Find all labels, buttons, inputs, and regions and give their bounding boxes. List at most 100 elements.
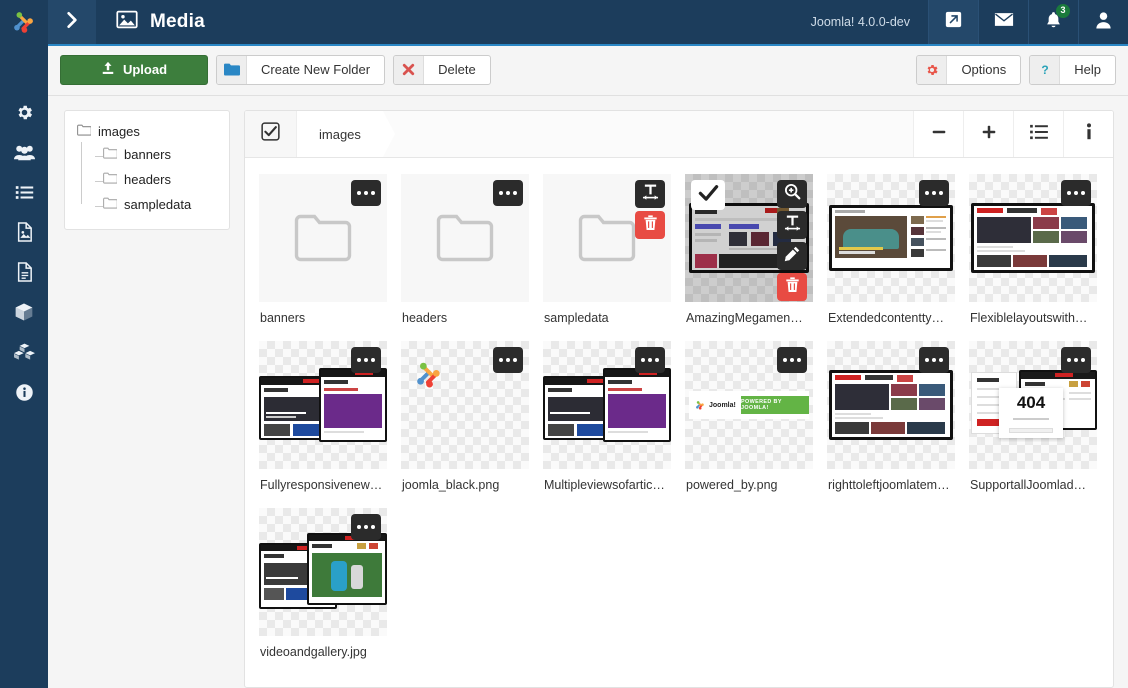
thumbnail[interactable] — [259, 508, 387, 636]
tree-item-headers[interactable]: headers — [89, 167, 221, 192]
thumbnail[interactable] — [543, 341, 671, 469]
media-item-righttoleft[interactable]: righttoleftjoomlatem… — [827, 341, 955, 492]
ellipsis-icon[interactable] — [919, 347, 949, 373]
media-item-videoandgallery[interactable]: videoandgallery.jpg — [259, 508, 387, 659]
tree-children: banners headers — [75, 142, 221, 217]
media-grid: banners — [245, 174, 1113, 659]
delete-button[interactable] — [777, 273, 807, 301]
question-icon: ? — [1030, 56, 1060, 84]
ellipsis-icon[interactable] — [493, 347, 523, 373]
tree-item-images[interactable]: images — [75, 121, 221, 142]
thumbnail[interactable] — [827, 341, 955, 469]
media-item-headers[interactable]: headers — [401, 174, 529, 325]
tree-item-sampledata[interactable]: sampledata — [89, 192, 221, 217]
x-icon — [394, 56, 424, 84]
media-item-banners[interactable]: banners — [259, 174, 387, 325]
ellipsis-icon[interactable] — [635, 347, 665, 373]
ellipsis-icon[interactable] — [777, 347, 807, 373]
document-icon — [16, 262, 33, 282]
rename-button[interactable] — [635, 180, 665, 208]
ellipsis-icon[interactable] — [1061, 180, 1091, 206]
help-button[interactable]: ? Help — [1029, 55, 1116, 85]
menu-toggle-button[interactable] — [48, 0, 96, 44]
media-item-fullyresponsive[interactable]: Fullyresponsivenew… — [259, 341, 387, 492]
ellipsis-icon[interactable] — [351, 347, 381, 373]
create-new-folder-label: Create New Folder — [247, 62, 384, 77]
thumbnail[interactable] — [259, 174, 387, 302]
sidebar-item-components[interactable] — [0, 252, 48, 292]
select-all-checkbox[interactable] — [245, 111, 297, 157]
media-item-extendedcontenttype[interactable]: Extendedcontentty… — [827, 174, 955, 325]
media-item-multipleviews[interactable]: Multipleviewsofartic… — [543, 341, 671, 492]
select-checkmark-button[interactable] — [691, 180, 725, 210]
sidebar-item-help[interactable] — [0, 372, 48, 412]
thumbnail[interactable]: 404 — [969, 341, 1097, 469]
delete-button[interactable] — [635, 211, 665, 239]
options-button[interactable]: Options — [916, 55, 1021, 85]
messages-icon-button[interactable] — [978, 0, 1028, 44]
page-title-group: Media — [96, 10, 811, 34]
rename-button[interactable] — [777, 211, 807, 239]
site-mockup-flexible — [969, 201, 1097, 275]
sidebar-item-users[interactable] — [0, 132, 48, 172]
ellipsis-icon[interactable] — [1061, 347, 1091, 373]
thumbnail[interactable] — [401, 341, 529, 469]
zoom-in-button[interactable] — [963, 111, 1013, 157]
trash-icon — [643, 215, 658, 236]
edit-button[interactable] — [777, 242, 807, 270]
tree-item-label: images — [98, 124, 140, 139]
user-menu-icon-button[interactable] — [1078, 0, 1128, 44]
create-new-folder-button[interactable]: Create New Folder — [216, 55, 385, 85]
main-column: Media Joomla! 4.0.0-dev — [48, 0, 1128, 688]
image-preview — [543, 368, 671, 442]
toggle-list-view-button[interactable] — [1013, 111, 1063, 157]
preview-button[interactable] — [777, 180, 807, 208]
media-item-flexiblelayouts[interactable]: Flexiblelayoutswith… — [969, 174, 1097, 325]
zoom-out-button[interactable] — [913, 111, 963, 157]
media-item-supportalljoomla[interactable]: 404 SupportallJoomlad… — [969, 341, 1097, 492]
image-preview — [827, 368, 955, 442]
text-width-icon — [642, 184, 659, 205]
upload-button[interactable]: Upload — [60, 55, 208, 85]
joomla-logo[interactable] — [0, 0, 48, 44]
topbar-right-group: Joomla! 4.0.0-dev — [811, 0, 1128, 44]
thumbnail[interactable] — [401, 174, 529, 302]
tree-item-banners[interactable]: banners — [89, 142, 221, 167]
thumbnail[interactable] — [685, 174, 813, 302]
thumbnail[interactable] — [543, 174, 671, 302]
thumbnail[interactable] — [969, 174, 1097, 302]
sidebar-item-modules[interactable] — [0, 332, 48, 372]
notifications-icon-button[interactable]: 3 — [1028, 0, 1078, 44]
version-label: Joomla! 4.0.0-dev — [811, 15, 928, 29]
ellipsis-icon[interactable] — [351, 514, 381, 540]
breadcrumb-item-images[interactable]: images — [297, 111, 383, 157]
sidebar-item-extensions[interactable] — [0, 292, 48, 332]
media-item-joomla-black[interactable]: joomla_black.png — [401, 341, 529, 492]
media-content-panel: images — [244, 96, 1128, 688]
media-item-label: Fullyresponsivenew… — [259, 478, 387, 492]
sidebar-item-menus[interactable] — [0, 172, 48, 212]
ellipsis-icon[interactable] — [493, 180, 523, 206]
preview-site-icon-button[interactable] — [928, 0, 978, 44]
top-header-bar: Media Joomla! 4.0.0-dev — [48, 0, 1128, 44]
media-item-amazingmegamenu[interactable]: AmazingMegamen… — [685, 174, 813, 325]
thumbnail[interactable]: Joomla! POWERED BY JOOMLA! — [685, 341, 813, 469]
item-actions — [777, 180, 807, 301]
thumbnail[interactable] — [827, 174, 955, 302]
gear-icon — [917, 56, 947, 84]
image-preview — [259, 368, 387, 442]
toggle-info-button[interactable] — [1063, 111, 1113, 157]
external-link-icon — [945, 11, 962, 33]
media-item-powered-by[interactable]: Joomla! POWERED BY JOOMLA! — [685, 341, 813, 492]
media-grid-scroll[interactable]: banners — [245, 158, 1113, 687]
sidebar-item-content[interactable] — [0, 212, 48, 252]
breadcrumb: images — [297, 111, 913, 157]
media-item-sampledata[interactable]: sampledata — [543, 174, 671, 325]
ellipsis-icon[interactable] — [351, 180, 381, 206]
sidebar-item-system[interactable] — [0, 92, 48, 132]
left-icon-rail — [0, 0, 48, 688]
thumbnail[interactable] — [259, 341, 387, 469]
ellipsis-icon[interactable] — [919, 180, 949, 206]
delete-button[interactable]: Delete — [393, 55, 491, 85]
view-tools — [913, 111, 1113, 157]
